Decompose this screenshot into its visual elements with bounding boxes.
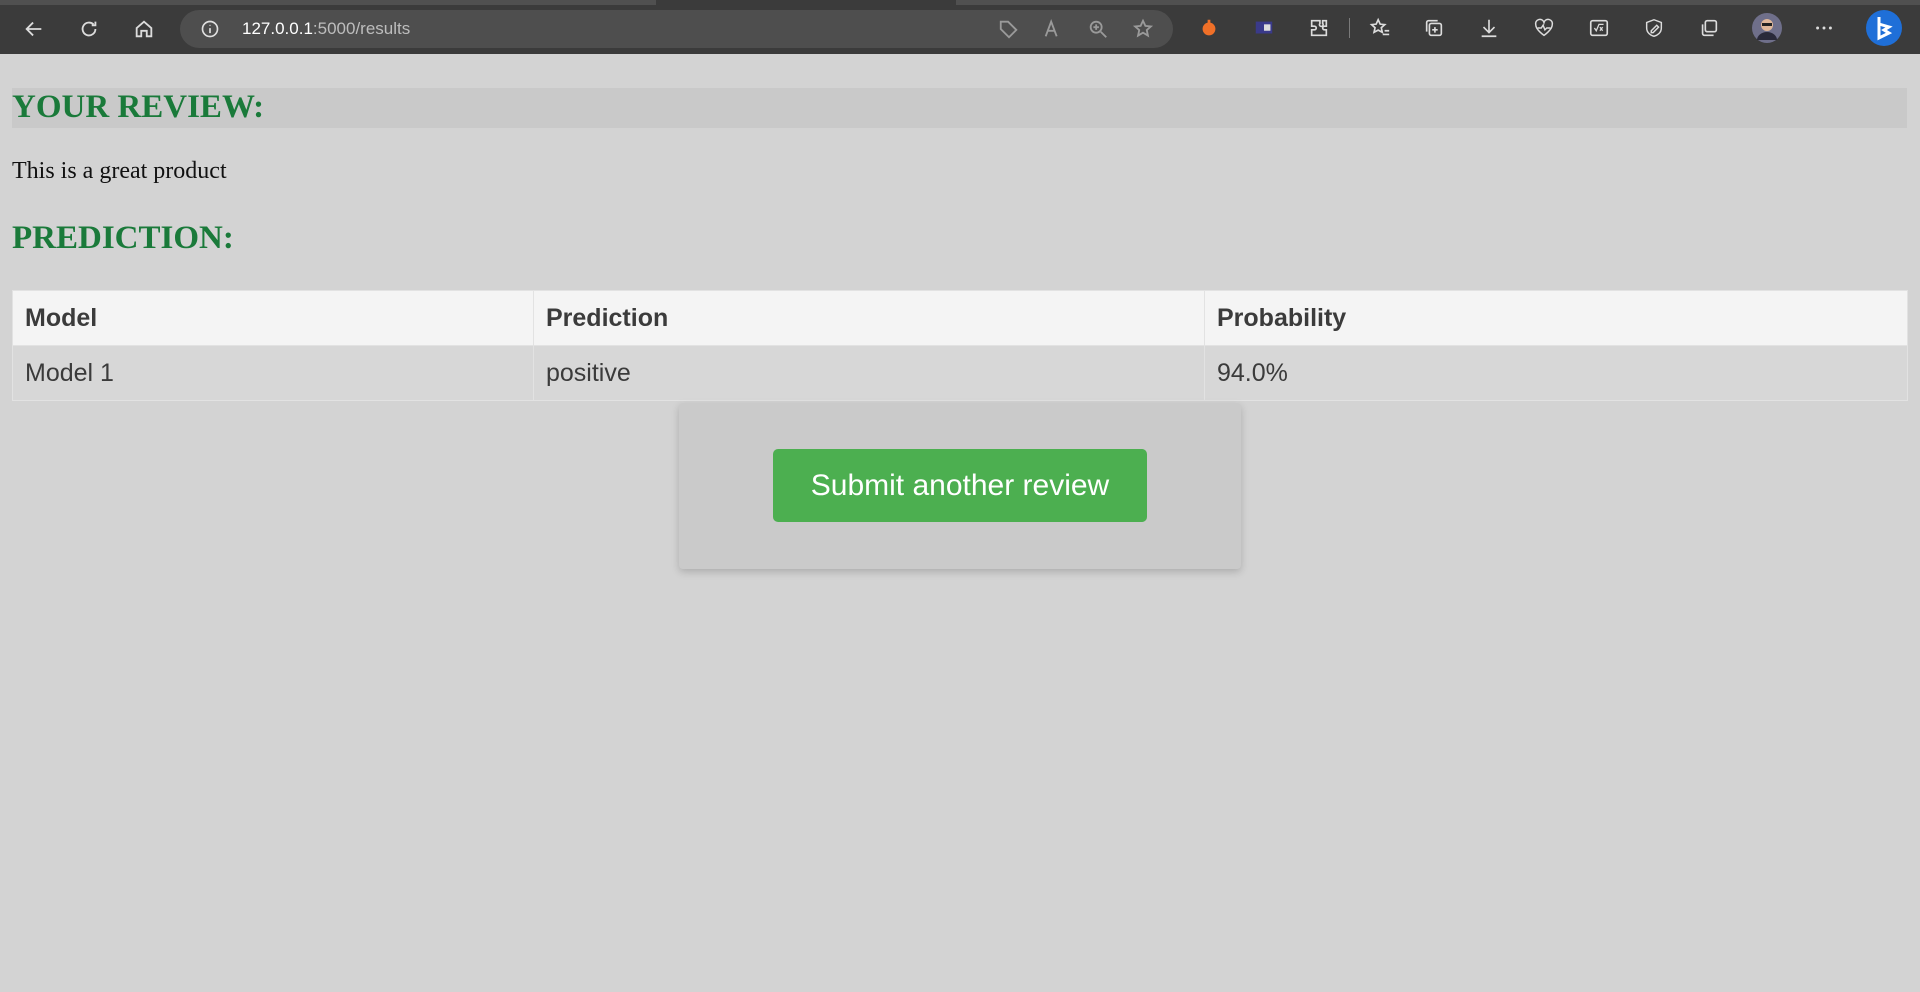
extensions-button[interactable]: [1306, 15, 1332, 41]
toolbar-separator: [1349, 18, 1350, 38]
math-solver-button[interactable]: [1586, 15, 1612, 41]
edit-shield-icon: [1645, 18, 1663, 38]
submit-another-review-button[interactable]: Submit another review: [773, 449, 1147, 522]
home-button[interactable]: [127, 12, 161, 46]
tab-strip-edge: [0, 0, 656, 5]
url-path: :5000/results: [312, 19, 411, 38]
column-header-prediction: Prediction: [533, 290, 1205, 346]
prediction-table: Model Prediction Probability Model 1 pos…: [12, 290, 1908, 401]
tabs-icon: [1701, 19, 1718, 37]
tag-icon[interactable]: [998, 18, 1020, 40]
extension-screen-button[interactable]: [1251, 15, 1277, 41]
refresh-icon: [81, 21, 97, 37]
add-favorite-icon[interactable]: [1132, 18, 1154, 40]
url-text[interactable]: 127.0.0.1:5000/results: [242, 19, 410, 39]
puzzle-icon: [1310, 19, 1328, 37]
read-aloud-icon[interactable]: [1042, 18, 1064, 40]
copilot-button[interactable]: [1865, 9, 1903, 47]
results-page: YOUR REVIEW: This is a great product PRE…: [0, 54, 1920, 992]
review-text: This is a great product: [12, 158, 227, 184]
zoom-icon[interactable]: [1087, 18, 1109, 40]
browser-toolbar: 127.0.0.1:5000/results: [0, 0, 1920, 54]
math-solver-icon: [1589, 19, 1609, 37]
copilot-b-icon: [1866, 10, 1902, 46]
tab-strip-edge: [956, 0, 1920, 5]
table-row: Model 1 positive 94.0%: [12, 345, 1908, 401]
heart-pulse-icon: [1534, 18, 1554, 37]
url-host: 127.0.0.1: [242, 19, 313, 38]
copilot-edit-button[interactable]: [1641, 15, 1667, 41]
home-icon: [135, 20, 153, 38]
profile-avatar[interactable]: [1752, 13, 1782, 43]
favorites-icon: [1369, 17, 1390, 36]
extension-orange-button[interactable]: [1196, 15, 1222, 41]
review-heading-bar: YOUR REVIEW:: [12, 88, 1907, 128]
back-button[interactable]: [17, 12, 51, 46]
favorites-button[interactable]: [1367, 15, 1393, 41]
site-info-icon[interactable]: [200, 19, 220, 39]
column-header-probability: Probability: [1204, 290, 1908, 346]
arrow-left-icon: [25, 21, 42, 37]
address-bar[interactable]: 127.0.0.1:5000/results: [180, 10, 1173, 48]
extension-orange-icon: [1202, 19, 1216, 36]
model-cell: Model 1: [12, 345, 534, 401]
refresh-button[interactable]: [72, 12, 106, 46]
split-screen-button[interactable]: [1696, 15, 1722, 41]
avatar-icon: [1752, 13, 1782, 43]
prediction-cell: positive: [533, 345, 1205, 401]
collections-icon: [1425, 19, 1443, 37]
more-dots-icon: [1816, 26, 1832, 30]
download-icon: [1481, 19, 1497, 38]
collections-button[interactable]: [1421, 15, 1447, 41]
probability-cell: 94.0%: [1204, 345, 1908, 401]
performance-button[interactable]: [1531, 15, 1557, 41]
table-header-row: Model Prediction Probability: [12, 290, 1908, 346]
prediction-heading: PREDICTION:: [12, 220, 234, 256]
review-heading: YOUR REVIEW:: [12, 89, 265, 125]
screen-capture-icon: [1255, 21, 1273, 34]
column-header-model: Model: [12, 290, 534, 346]
more-menu-button[interactable]: [1811, 15, 1837, 41]
action-panel: Submit another review: [679, 403, 1241, 569]
downloads-button[interactable]: [1476, 15, 1502, 41]
